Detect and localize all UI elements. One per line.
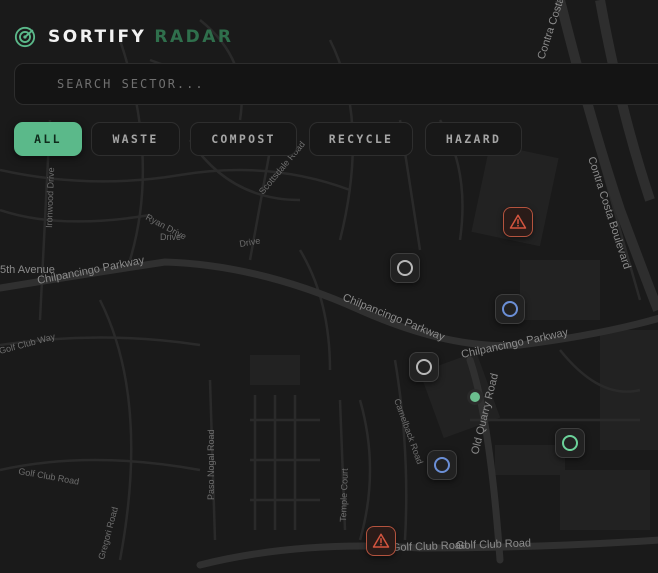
app-name: SORTIFY [48,27,147,47]
road-label: Paso Nogal Road [206,429,216,500]
road-label: Drive [160,232,181,242]
waste-marker[interactable] [409,352,439,382]
compost-dot-marker[interactable] [467,389,483,405]
road-label: 5th Avenue [0,264,55,276]
filter-chip-recycle[interactable]: RECYCLE [309,122,413,156]
filter-chip-compost[interactable]: COMPOST [190,122,297,156]
search-input[interactable] [57,64,617,104]
recycle-marker[interactable] [427,450,457,480]
road-label: Ironwood Drive [44,167,56,228]
waste-marker[interactable] [390,253,420,283]
dot-icon [470,392,480,402]
hazard-marker[interactable] [503,207,533,237]
app-subtitle: RADAR [154,27,234,47]
filter-chip-waste[interactable]: WASTE [91,122,180,156]
warning-triangle-icon [372,533,390,548]
filter-chip-all[interactable]: ALL [14,122,82,156]
ring-icon [397,260,413,276]
recycle-marker[interactable] [495,294,525,324]
compost-marker[interactable] [555,428,585,458]
app-brand: SORTIFY RADAR [14,26,233,48]
ring-icon [434,457,450,473]
ring-icon [502,301,518,317]
ring-icon [562,435,578,451]
ring-icon [416,359,432,375]
warning-triangle-icon [509,214,527,229]
road-label: Temple Court [338,468,350,522]
filter-chip-hazard[interactable]: HAZARD [425,122,522,156]
hazard-marker[interactable] [366,526,396,556]
search-bar [14,63,658,105]
radar-target-icon [14,26,36,48]
